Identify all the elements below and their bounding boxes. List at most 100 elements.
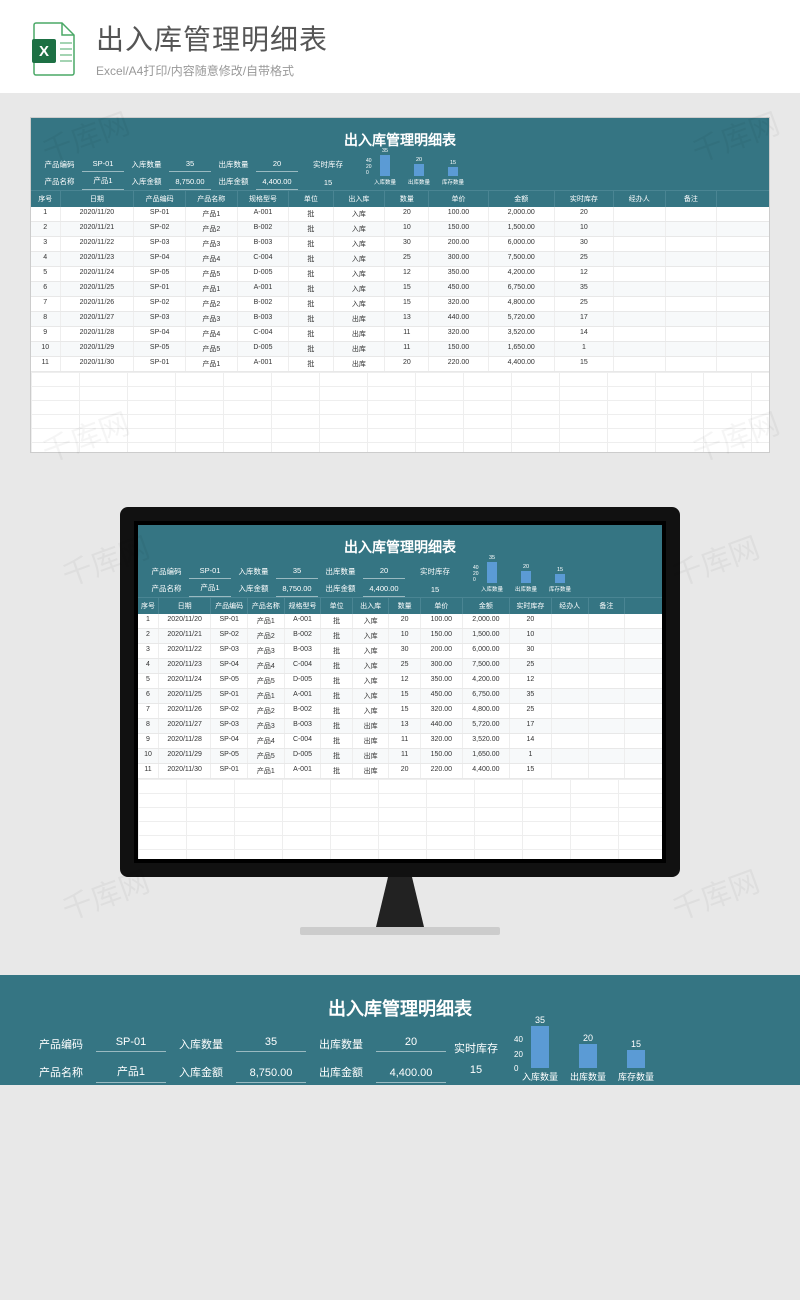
value-out-qty: 20 <box>376 1033 446 1052</box>
table-cell: 5 <box>31 267 61 281</box>
table-cell: B-003 <box>238 312 290 326</box>
table-cell: 产品4 <box>186 327 238 341</box>
value-product-name: 产品1 <box>189 579 231 597</box>
table-cell: 2020/11/21 <box>61 222 135 236</box>
table-cell: 产品5 <box>248 749 285 763</box>
bar-value: 15 <box>631 1039 641 1049</box>
table-cell <box>666 207 718 221</box>
table-cell: 13 <box>389 719 420 733</box>
table-cell: 产品2 <box>248 629 285 643</box>
table-cell: 12 <box>510 674 552 688</box>
table-cell: 150.00 <box>429 342 488 356</box>
value-stock: 15 <box>470 1064 482 1076</box>
table-cell: 2020/11/25 <box>159 689 211 703</box>
table-cell <box>589 704 626 718</box>
label-stock: 实时库存 <box>454 1040 498 1056</box>
table-cell: 批 <box>321 764 352 778</box>
column-header: 规格型号 <box>238 191 290 207</box>
table-cell: 10 <box>138 749 159 763</box>
table-cell <box>666 237 718 251</box>
table-cell: 150.00 <box>421 629 463 643</box>
table-cell: SP-05 <box>211 674 248 688</box>
bar-value: 35 <box>382 148 388 154</box>
bar-value: 15 <box>450 160 456 166</box>
table-cell: B-002 <box>238 297 290 311</box>
table-cell: 1,650.00 <box>463 749 510 763</box>
value-out-amt: 4,400.00 <box>363 581 405 597</box>
table-cell: A-001 <box>238 207 290 221</box>
column-header: 单价 <box>421 598 463 614</box>
table-cell: 12 <box>555 267 614 281</box>
table-cell: 出库 <box>334 342 386 356</box>
table-cell: 200.00 <box>429 237 488 251</box>
table-cell: 25 <box>510 659 552 673</box>
table-cell: 9 <box>138 734 159 748</box>
column-header: 单位 <box>321 598 352 614</box>
table-cell: 1,500.00 <box>463 629 510 643</box>
table-cell: 450.00 <box>421 689 463 703</box>
table-cell: 产品1 <box>248 764 285 778</box>
chart-bar: 20 出库数量 <box>408 157 430 186</box>
table-cell: 8 <box>138 719 159 733</box>
table-cell: 3 <box>31 237 61 251</box>
table-row: 32020/11/22SP-03产品3B-003批入库30200.006,000… <box>138 644 662 659</box>
table-cell: 2020/11/27 <box>61 312 135 326</box>
table-cell <box>589 734 626 748</box>
table-cell: SP-03 <box>211 644 248 658</box>
bottom-detail-strip: 出入库管理明细表 产品编码产品名称 SP-01产品1 入库数量入库金额 358,… <box>0 975 800 1085</box>
label-out-qty: 出库数量 <box>306 1033 376 1055</box>
value-product-code: SP-01 <box>189 563 231 579</box>
label-in-amt: 入库金额 <box>166 1061 236 1083</box>
table-cell: 批 <box>321 629 352 643</box>
table-cell: 出库 <box>353 734 390 748</box>
table-cell: 1 <box>138 614 159 628</box>
chart-bar: 15 库存数量 <box>549 567 571 593</box>
table-cell <box>589 749 626 763</box>
table-cell: 350.00 <box>429 267 488 281</box>
table-cell: 1 <box>555 342 614 356</box>
label-stock: 实时库存 <box>313 159 343 170</box>
table-cell <box>614 342 666 356</box>
column-header: 单价 <box>429 191 488 207</box>
table-cell: 产品3 <box>248 719 285 733</box>
value-in-qty: 35 <box>169 156 211 172</box>
label-product-name: 产品名称 <box>26 1061 96 1083</box>
table-cell: 25 <box>510 704 552 718</box>
table-cell: 11 <box>31 357 61 371</box>
label-product-name: 产品名称 <box>37 173 82 190</box>
table-cell: 入库 <box>334 222 386 236</box>
table-cell: 150.00 <box>421 749 463 763</box>
table-cell: 10 <box>385 222 429 236</box>
table-cell: 300.00 <box>421 659 463 673</box>
table-cell: 产品2 <box>248 704 285 718</box>
label-out-amt: 出库金额 <box>211 173 256 190</box>
table-cell <box>666 312 718 326</box>
table-body: 12020/11/20SP-01产品1A-001批入库20100.002,000… <box>31 207 769 372</box>
column-header: 日期 <box>61 191 135 207</box>
table-cell <box>614 252 666 266</box>
table-cell: 入库 <box>353 629 390 643</box>
table-cell: 2,000.00 <box>463 614 510 628</box>
summary-bar-chart: 40200 35 入库数量 20 出库数量 15 库存数量 <box>473 565 648 593</box>
table-row: 62020/11/25SP-01产品1A-001批入库15450.006,750… <box>138 689 662 704</box>
table-cell: 批 <box>289 342 333 356</box>
table-cell: 4 <box>31 252 61 266</box>
table-cell: B-002 <box>238 222 290 236</box>
bar-category: 出库数量 <box>408 177 430 186</box>
table-cell: SP-03 <box>134 237 186 251</box>
monitor-mockup: 出入库管理明细表 产品编码产品名称 SP-01产品1 入库数量入库金额 358,… <box>120 507 680 935</box>
column-header: 数量 <box>389 598 420 614</box>
table-cell: 产品3 <box>248 644 285 658</box>
table-cell: 320.00 <box>421 704 463 718</box>
value-product-name: 产品1 <box>82 172 124 190</box>
column-header: 序号 <box>31 191 61 207</box>
table-cell: B-002 <box>285 629 322 643</box>
bar-category: 入库数量 <box>481 584 503 593</box>
table-cell: 4,800.00 <box>463 704 510 718</box>
column-header: 备注 <box>589 598 626 614</box>
column-header: 金额 <box>463 598 510 614</box>
table-cell <box>552 644 589 658</box>
table-cell <box>589 689 626 703</box>
table-cell: 出库 <box>353 764 390 778</box>
table-cell: 2020/11/27 <box>159 719 211 733</box>
